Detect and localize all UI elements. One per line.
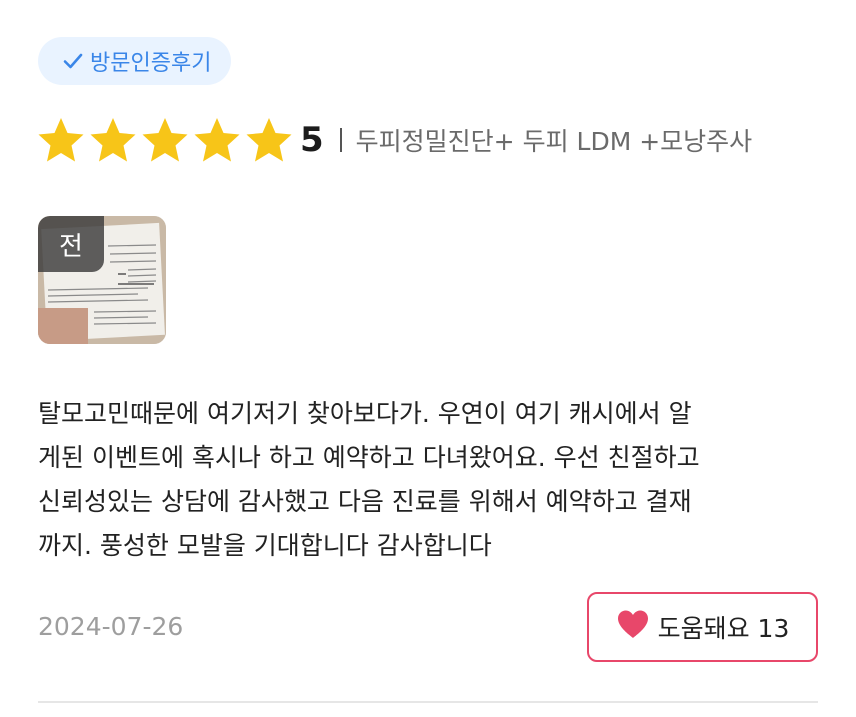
heart-icon (616, 609, 650, 645)
divider-bar (339, 128, 342, 152)
helpful-button[interactable]: 도움돼요 13 (587, 592, 818, 662)
star-icon (90, 118, 136, 162)
rating-score: 5 (300, 120, 324, 160)
star-icon (246, 118, 292, 162)
review-line: 신뢰성있는 상담에 감사했고 다음 진료를 위해서 예약하고 결재 (38, 487, 692, 516)
star-icon (194, 118, 240, 162)
verified-visit-badge: 방문인증후기 (38, 37, 232, 85)
review-line: 탈모고민때문에 여기저기 찾아보다가. 우연이 여기 캐시에서 알 (38, 399, 692, 428)
star-icon (142, 118, 188, 162)
before-tag: 전 (38, 216, 104, 272)
review-card: 방문인증후기 5 두피정밀진단+ 두피 LDM +모낭주사 전 탈모고민때문에 … (0, 0, 856, 717)
review-line: 게된 이벤트에 혹시나 하고 예약하고 다녀왔어요. 우선 친절하고 (38, 443, 700, 472)
star-icon (38, 118, 84, 162)
bottom-divider (38, 701, 818, 703)
review-photo-thumbnail[interactable]: 전 (38, 216, 166, 344)
rating-row: 5 두피정밀진단+ 두피 LDM +모낭주사 (36, 116, 752, 164)
helpful-label: 도움돼요 13 (657, 614, 790, 643)
star-rating (36, 116, 294, 164)
check-icon (62, 50, 84, 72)
review-body: 탈모고민때문에 여기저기 찾아보다가. 우연이 여기 캐시에서 알 게된 이벤트… (38, 392, 818, 568)
review-line: 까지. 풍성한 모발을 기대합니다 감사합니다 (38, 531, 492, 560)
badge-label: 방문인증후기 (90, 51, 212, 76)
review-date: 2024-07-26 (38, 612, 184, 641)
treatment-name: 두피정밀진단+ 두피 LDM +모낭주사 (355, 127, 753, 156)
